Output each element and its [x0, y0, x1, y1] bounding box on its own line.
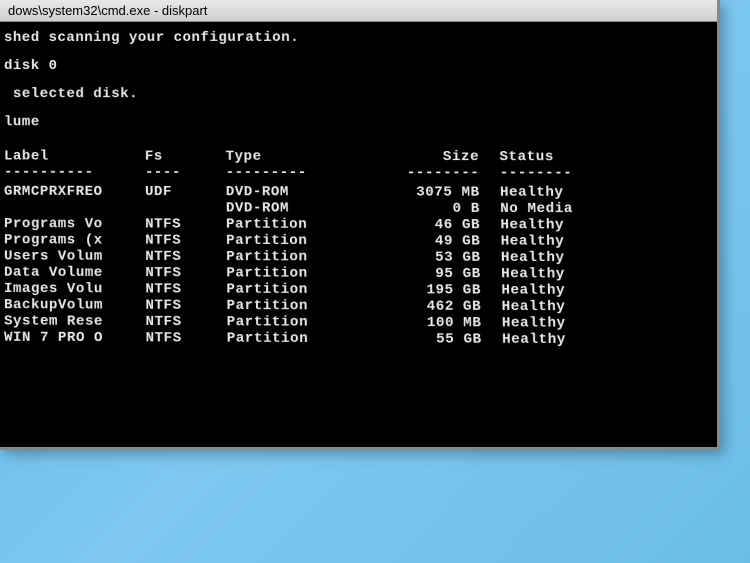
table-underline: ---------- ---- --------- -------- -----…: [4, 165, 724, 182]
col-header-type: Type: [226, 149, 368, 165]
output-line: disk 0: [4, 58, 721, 74]
terminal-output: shed scanning your configuration. disk 0…: [0, 22, 732, 358]
table-row: WIN 7 PRO O NTFS Partition 55 GB Healthy: [4, 330, 727, 349]
col-header-fs: Fs: [145, 149, 226, 165]
col-header-size: Size: [367, 149, 499, 165]
output-line: shed scanning your configuration.: [4, 30, 721, 46]
col-header-status: Status: [499, 149, 622, 166]
title-bar[interactable]: dows\system32\cmd.exe - diskpart: [0, 0, 717, 22]
table-row: GRMCPRXFREO UDF DVD-ROM 3075 MB Healthy: [4, 183, 724, 201]
table-row: DVD-ROM 0 B No Media: [4, 199, 724, 217]
window-title: dows\system32\cmd.exe - diskpart: [8, 3, 207, 18]
table-row: Programs Vo NTFS Partition 46 GB Healthy: [4, 216, 725, 234]
table-header: Label Fs Type Size Status: [4, 149, 723, 166]
cmd-window[interactable]: dows\system32\cmd.exe - diskpart shed sc…: [0, 0, 720, 450]
table-row: Programs (x NTFS Partition 49 GB Healthy: [4, 232, 725, 250]
output-line: lume: [4, 114, 723, 131]
col-header-label: Label: [4, 149, 145, 165]
output-line: selected disk.: [4, 86, 722, 103]
